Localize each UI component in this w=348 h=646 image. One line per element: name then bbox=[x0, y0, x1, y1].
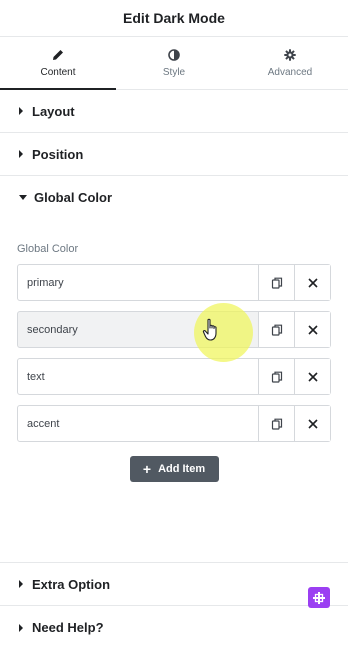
section-global-color[interactable]: Global Color bbox=[0, 176, 348, 219]
tab-bar: Content Style Advanced bbox=[0, 37, 348, 90]
repeater-item-secondary: secondary bbox=[17, 311, 331, 348]
remove-button[interactable] bbox=[294, 359, 330, 394]
tab-style-label: Style bbox=[162, 66, 186, 78]
section-extra-option[interactable]: Extra Option bbox=[0, 563, 348, 606]
remove-button[interactable] bbox=[294, 406, 330, 441]
gear-icon bbox=[284, 48, 296, 61]
section-position[interactable]: Position bbox=[0, 133, 348, 176]
close-icon bbox=[307, 324, 318, 335]
half-circle-icon bbox=[168, 48, 180, 61]
duplicate-button[interactable] bbox=[258, 406, 294, 441]
tab-content-label: Content bbox=[40, 66, 76, 78]
section-need-help-title: Need Help? bbox=[32, 620, 104, 635]
caret-right-icon bbox=[19, 150, 23, 158]
hand-cursor-icon bbox=[202, 318, 217, 341]
add-item-label: Add Item bbox=[158, 463, 206, 475]
close-icon bbox=[307, 418, 318, 429]
panel-header: Edit Dark Mode bbox=[0, 0, 348, 37]
tab-content[interactable]: Content bbox=[0, 37, 116, 90]
repeater-item-primary: primary bbox=[17, 264, 331, 301]
caret-right-icon bbox=[19, 580, 23, 588]
copy-icon bbox=[271, 418, 282, 430]
add-item-button[interactable]: + Add Item bbox=[129, 456, 219, 482]
copy-icon bbox=[271, 371, 282, 383]
add-item-wrap: + Add Item bbox=[17, 456, 331, 482]
section-layout[interactable]: Layout bbox=[0, 90, 348, 133]
section-need-help[interactable]: Need Help? bbox=[0, 606, 348, 646]
copy-icon bbox=[271, 324, 282, 336]
tab-style[interactable]: Style bbox=[116, 37, 232, 89]
repeater-item-text: text bbox=[17, 358, 331, 395]
remove-button[interactable] bbox=[294, 265, 330, 300]
duplicate-button[interactable] bbox=[258, 359, 294, 394]
panel-title: Edit Dark Mode bbox=[123, 10, 225, 26]
section-extra-option-title: Extra Option bbox=[32, 576, 111, 592]
repeater-item-title[interactable]: text bbox=[18, 359, 258, 394]
repeater-item-title[interactable]: accent bbox=[18, 406, 258, 441]
plugin-logo-icon bbox=[308, 587, 330, 608]
pencil-icon bbox=[53, 49, 63, 60]
repeater-item-accent: accent bbox=[17, 405, 331, 442]
repeater-item-title[interactable]: primary bbox=[18, 265, 258, 300]
close-icon bbox=[307, 371, 318, 382]
duplicate-button[interactable] bbox=[258, 265, 294, 300]
global-color-body: Global Color primary secondary text acce… bbox=[0, 243, 348, 563]
caret-down-icon bbox=[19, 195, 27, 200]
section-layout-title: Layout bbox=[32, 103, 75, 119]
tab-advanced-label: Advanced bbox=[267, 66, 313, 78]
caret-right-icon bbox=[19, 107, 23, 115]
copy-icon bbox=[271, 277, 282, 289]
tab-advanced[interactable]: Advanced bbox=[232, 37, 348, 89]
section-global-color-title: Global Color bbox=[34, 190, 112, 205]
global-color-field-label: Global Color bbox=[17, 243, 79, 255]
caret-right-icon bbox=[19, 623, 23, 632]
close-icon bbox=[307, 277, 318, 288]
duplicate-button[interactable] bbox=[258, 312, 294, 347]
remove-button[interactable] bbox=[294, 312, 330, 347]
section-position-title: Position bbox=[32, 146, 84, 162]
plus-icon: + bbox=[142, 461, 152, 477]
